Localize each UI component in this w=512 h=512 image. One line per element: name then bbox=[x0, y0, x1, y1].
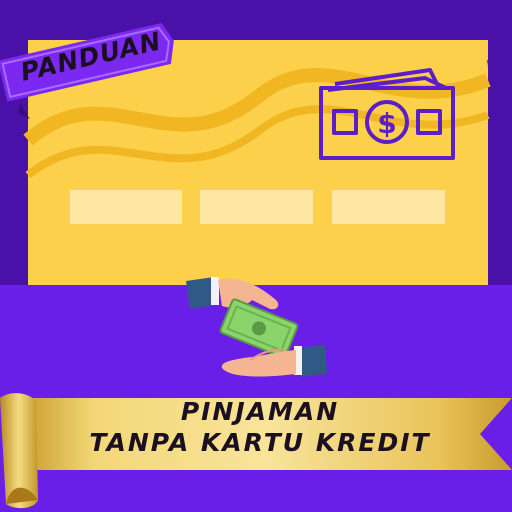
banner-title-line-2: TANPA KARTU KREDIT bbox=[89, 428, 431, 457]
card-field-3 bbox=[332, 190, 445, 224]
card-field-1 bbox=[70, 190, 182, 224]
card-field-2 bbox=[200, 190, 313, 224]
app-icon-canvas: $ PANDUAN PINJAMAN TANPA KARTU KREDIT bbox=[0, 0, 512, 512]
banner-title-line-1: PINJAMAN bbox=[180, 397, 340, 426]
svg-text:$: $ bbox=[377, 107, 396, 140]
